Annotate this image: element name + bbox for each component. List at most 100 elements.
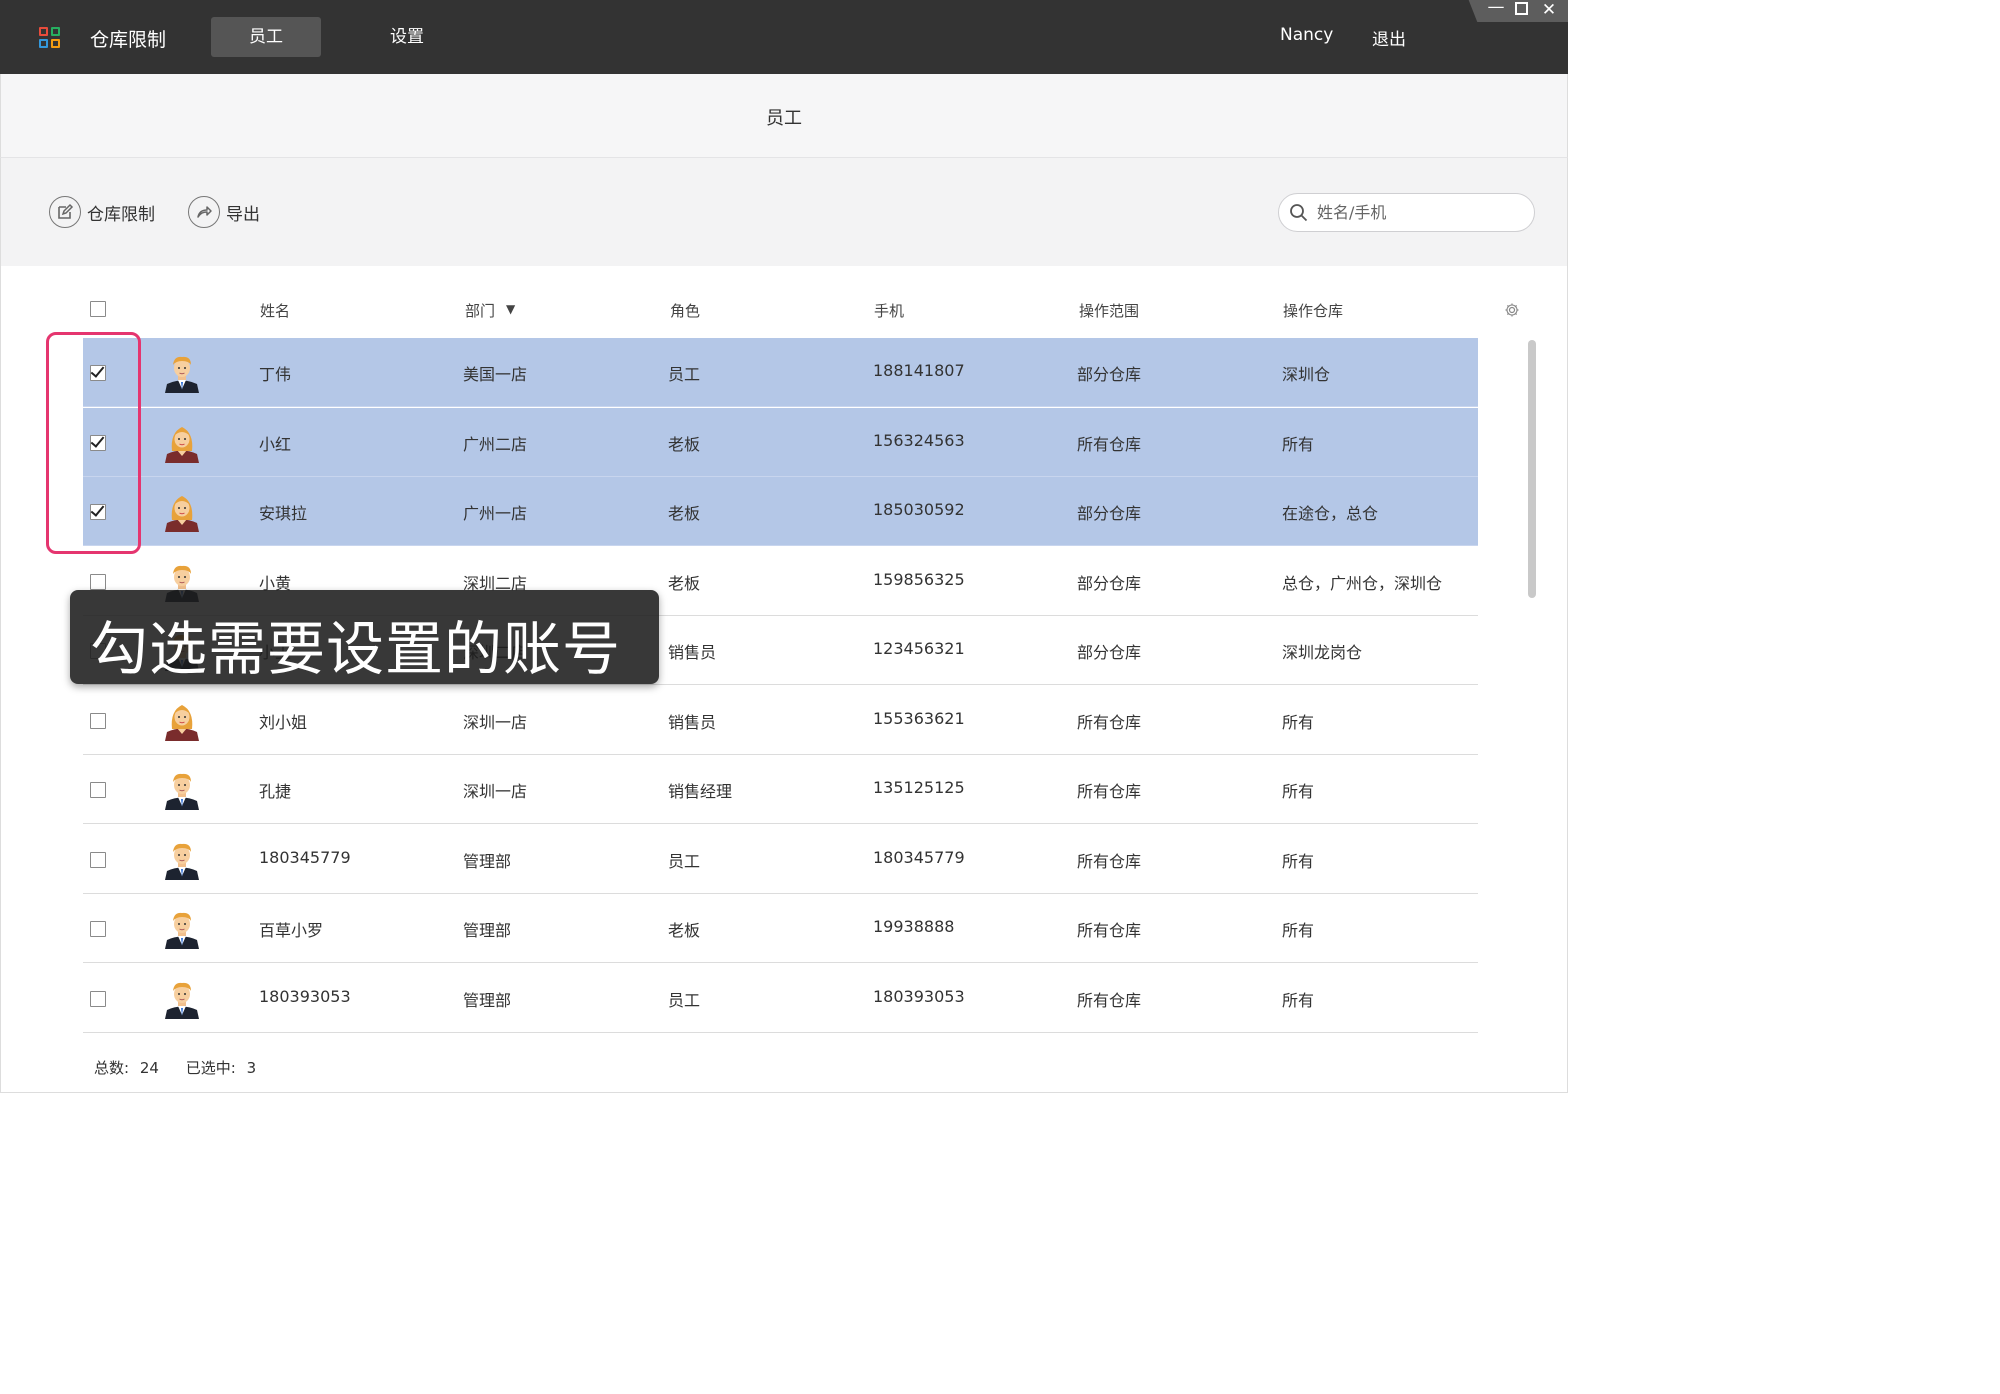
warehouse-limit-label: 仓库限制	[87, 204, 155, 225]
cell-warehouse: 所有	[1282, 851, 1315, 871]
cell-phone: 123456321	[873, 639, 965, 658]
cell-warehouse: 所有	[1282, 712, 1315, 732]
table-footer: 总数: 24 已选中: 3	[94, 1057, 262, 1078]
page-header: 员工	[0, 74, 1568, 158]
checkbox-highlight-box	[46, 332, 141, 554]
table-row[interactable]: 百草小罗 管理部 老板 19938888 所有仓库 所有	[83, 894, 1478, 963]
cell-department: 广州一店	[463, 504, 528, 523]
sort-down-icon[interactable]: ▼	[506, 302, 515, 316]
cell-role: 员工	[668, 365, 701, 384]
cell-department: 深圳一店	[463, 782, 528, 801]
cell-warehouse: 所有	[1282, 990, 1315, 1010]
table-row[interactable]: 180393053 管理部 员工 180393053 所有仓库 所有	[83, 964, 1478, 1033]
tab-employees[interactable]: 员工	[211, 17, 321, 57]
export-button[interactable]: 导出	[188, 196, 260, 228]
select-all-checkbox[interactable]	[90, 301, 106, 317]
column-header-name[interactable]: 姓名	[260, 300, 290, 321]
cell-role: 员工	[668, 851, 701, 871]
cell-warehouse: 所有	[1282, 921, 1315, 940]
cell-warehouse: 总仓，广州仓，深圳仓	[1282, 573, 1443, 593]
cell-phone: 19938888	[873, 917, 955, 936]
table-row[interactable]: 丁伟 美国一店 员工 188141807 部分仓库 深圳仓	[83, 338, 1478, 407]
cell-name: 孔捷	[259, 782, 292, 801]
edit-icon	[49, 196, 81, 228]
column-header-department[interactable]: 部门	[465, 300, 495, 321]
tutorial-banner-text: 勾选需要设置的账号	[90, 615, 622, 683]
cell-phone: 156324563	[873, 430, 965, 450]
cell-phone: 155363621	[873, 708, 965, 728]
cell-role: 老板	[668, 504, 701, 523]
toolbar: 仓库限制 导出	[0, 158, 1568, 266]
row-checkbox[interactable]	[90, 851, 106, 868]
cell-department: 管理部	[463, 921, 512, 940]
row-checkbox[interactable]	[90, 782, 106, 798]
cell-name: 刘小姐	[259, 712, 308, 732]
maximize-icon[interactable]	[1511, 2, 1531, 19]
table-row[interactable]: 小红 广州二店 老板 156324563 所有仓库 所有	[83, 407, 1478, 477]
gear-icon[interactable]	[1504, 302, 1520, 318]
cell-role: 老板	[668, 573, 701, 593]
avatar-female-icon	[163, 492, 201, 532]
table-row[interactable]: 刘小姐 深圳一店 销售员 155363621 所有仓库 所有	[83, 686, 1478, 755]
minimize-icon[interactable]: —	[1486, 0, 1506, 17]
cell-warehouse: 在途仓，总仓	[1282, 504, 1379, 523]
search-box	[1278, 193, 1535, 232]
cell-warehouse: 深圳仓	[1282, 365, 1331, 384]
cell-scope: 部分仓库	[1077, 573, 1142, 593]
cell-name: 丁伟	[259, 365, 292, 384]
column-header-warehouse[interactable]: 操作仓库	[1283, 300, 1343, 321]
cell-name: 180345779	[259, 847, 351, 867]
cell-phone: 135125125	[873, 778, 965, 797]
cell-department: 美国一店	[463, 365, 528, 384]
row-checkbox[interactable]	[90, 573, 106, 590]
cell-warehouse: 所有	[1282, 434, 1315, 454]
tutorial-banner: 勾选需要设置的账号	[70, 590, 659, 684]
cell-warehouse: 深圳龙岗仓	[1282, 643, 1363, 662]
cell-department: 深圳一店	[463, 712, 528, 732]
cell-scope: 部分仓库	[1077, 504, 1142, 523]
cell-department: 管理部	[463, 990, 512, 1010]
table-row[interactable]: 安琪拉 广州一店 老板 185030592 部分仓库 在途仓，总仓	[83, 477, 1478, 546]
cell-scope: 部分仓库	[1077, 365, 1142, 384]
warehouse-limit-button[interactable]: 仓库限制	[49, 196, 155, 228]
selected-count: 3	[246, 1059, 257, 1077]
cell-role: 老板	[668, 921, 701, 940]
cell-scope: 部分仓库	[1077, 643, 1142, 662]
column-header-phone[interactable]: 手机	[874, 300, 904, 321]
row-checkbox[interactable]	[90, 712, 106, 729]
avatar-male-icon	[163, 840, 201, 880]
total-label: 总数:	[94, 1059, 130, 1077]
avatar-female-icon	[163, 701, 201, 741]
avatar-male-icon	[163, 770, 201, 810]
app-logo-icon	[39, 27, 61, 49]
vertical-scrollbar[interactable]	[1528, 340, 1536, 598]
table-row[interactable]: 180345779 管理部 员工 180345779 所有仓库 所有	[83, 825, 1478, 894]
cell-name: 百草小罗	[259, 921, 324, 940]
avatar-male-icon	[163, 979, 201, 1019]
avatar-female-icon	[163, 423, 201, 463]
close-icon[interactable]: ✕	[1539, 0, 1559, 20]
cell-role: 员工	[668, 990, 701, 1010]
search-input[interactable]	[1317, 200, 1522, 224]
column-header-role[interactable]: 角色	[670, 300, 700, 321]
selected-label: 已选中:	[185, 1059, 236, 1077]
share-icon	[188, 196, 220, 228]
top-bar: 仓库限制 员工 设置 Nancy 退出 — ✕	[0, 0, 1568, 74]
cell-department: 管理部	[463, 851, 512, 871]
cell-scope: 所有仓库	[1077, 782, 1142, 801]
table-row[interactable]: 孔捷 深圳一店 销售经理 135125125 所有仓库 所有	[83, 755, 1478, 824]
cell-role: 销售员	[668, 712, 717, 732]
cell-scope: 所有仓库	[1077, 921, 1142, 940]
logout-button[interactable]: 退出	[1372, 25, 1406, 50]
cell-scope: 所有仓库	[1077, 434, 1142, 454]
user-name[interactable]: Nancy	[1280, 25, 1333, 45]
cell-role: 销售经理	[668, 782, 733, 801]
cell-scope: 所有仓库	[1077, 990, 1142, 1010]
row-checkbox[interactable]	[90, 921, 106, 937]
row-checkbox[interactable]	[90, 990, 106, 1007]
column-header-scope[interactable]: 操作范围	[1079, 300, 1139, 321]
page-title: 员工	[766, 108, 802, 129]
cell-name: 安琪拉	[259, 504, 308, 523]
tab-settings[interactable]: 设置	[352, 17, 462, 57]
cell-scope: 所有仓库	[1077, 851, 1142, 871]
